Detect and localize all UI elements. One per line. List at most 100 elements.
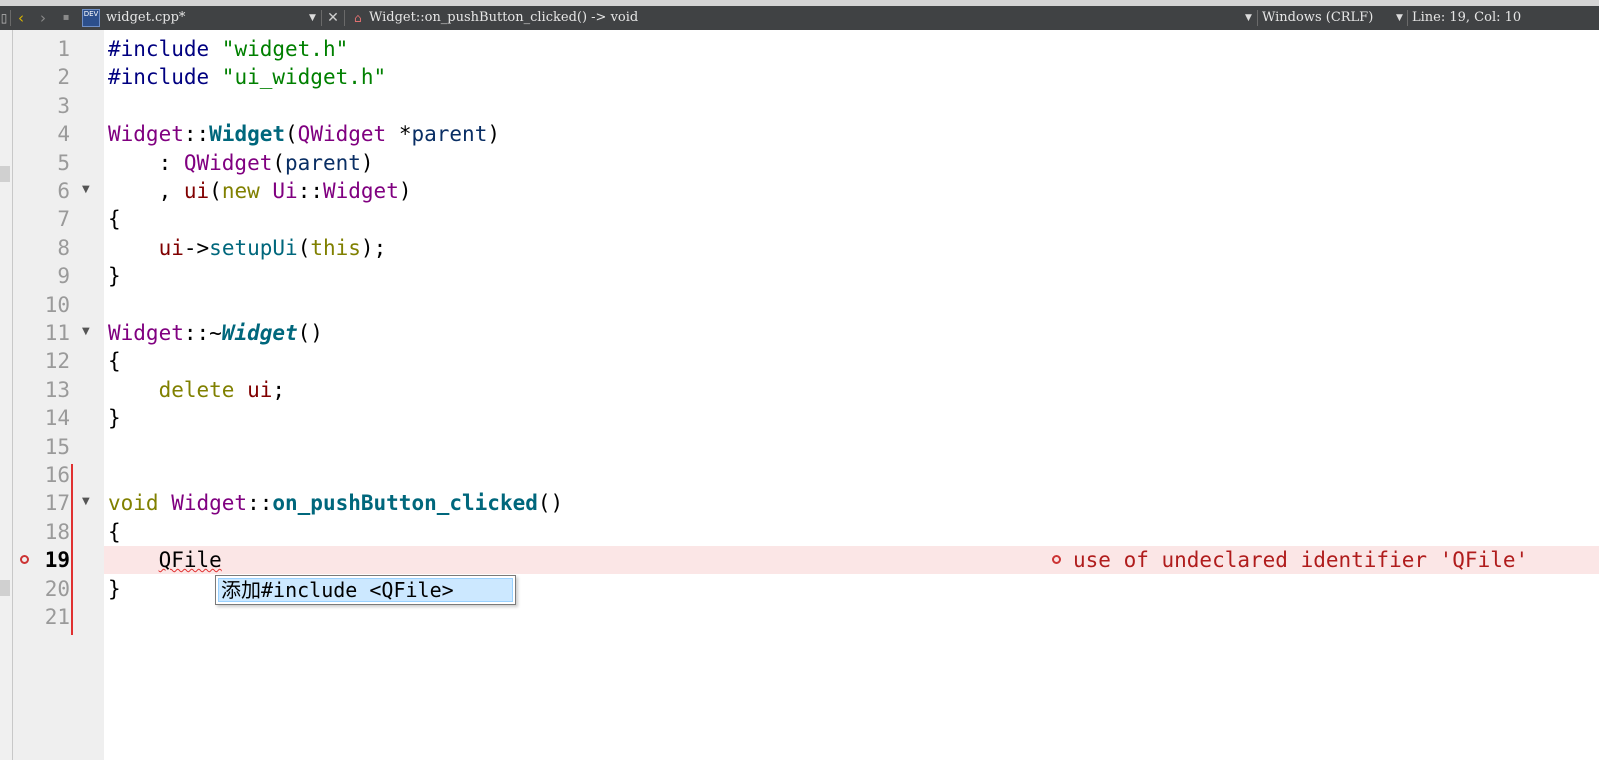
code-token: #include <box>108 37 222 61</box>
code-line[interactable]: 15 <box>0 433 1599 461</box>
file-name-label: widget.cpp* <box>106 10 186 25</box>
code-line[interactable]: 5 : QWidget(parent) <box>0 149 1599 177</box>
code-line[interactable]: 13 delete ui; <box>0 376 1599 404</box>
code-token: ui <box>158 235 184 260</box>
code-text: delete ui; <box>108 376 285 404</box>
code-token: #include <box>108 65 222 90</box>
line-number: 12 <box>44 349 70 374</box>
symbol-label: Widget::on_pushButton_clicked() -> void <box>369 10 639 25</box>
line-number: 11 <box>44 321 70 345</box>
code-token: "widget.h" <box>221 37 349 61</box>
code-token: ) <box>360 150 374 175</box>
toolbar-separator <box>1407 10 1408 26</box>
code-line[interactable]: 17 ▼ void Widget::on_pushButton_clicked() <box>0 489 1599 517</box>
code-token: ) <box>487 122 500 147</box>
code-text: Widget::Widget(QWidget *parent) <box>108 120 500 148</box>
quick-fix-add-include-item[interactable]: 添加#include <QFile> <box>218 578 513 602</box>
code-token: Widget <box>209 122 286 147</box>
close-icon[interactable]: ✕ <box>326 6 340 30</box>
code-token: () <box>297 321 323 345</box>
line-number: 20 <box>44 576 70 601</box>
code-text: #include "ui_widget.h" <box>108 63 386 91</box>
chevron-down-icon[interactable]: ▼ <box>1396 6 1403 30</box>
code-line[interactable]: 11 ▼ Widget::~Widget() <box>0 319 1599 347</box>
cursor-position-label: Line: 19, Col: 10 <box>1412 10 1522 25</box>
fold-arrow-icon[interactable]: ▼ <box>82 496 90 507</box>
line-number: 7 <box>57 207 70 232</box>
code-text: } <box>108 575 121 603</box>
code-text: void Widget::on_pushButton_clicked() <box>108 489 563 517</box>
line-number: 17 <box>44 491 70 516</box>
code-line[interactable]: 9} <box>0 262 1599 290</box>
code-line[interactable]: 8 ui->setupUi(this); <box>0 234 1599 262</box>
lock-icon[interactable]: ▪ <box>60 6 72 30</box>
panel-toggle-icon[interactable]: ▯ <box>0 6 8 30</box>
code-token: } <box>108 576 121 601</box>
symbol-dropdown[interactable]: Widget::on_pushButton_clicked() -> void <box>369 6 1229 30</box>
qt-creator-editor: ▯ ‹ › ▪ DEV widget.cpp* ▼ ✕ ⌂ Widget::on… <box>0 0 1599 760</box>
code-text: , ui(new Ui::Widget) <box>108 177 412 205</box>
code-token: ( <box>297 235 311 260</box>
code-token: Widget <box>108 321 184 345</box>
code-token: Widget <box>108 122 184 147</box>
code-token: setupUi <box>209 235 298 260</box>
quick-fix-popup: 添加#include <QFile> <box>215 575 516 605</box>
code-line[interactable]: 18 { <box>0 518 1599 546</box>
chevron-left-icon[interactable]: ‹ <box>18 6 32 30</box>
code-line[interactable]: 1 #include "widget.h" <box>0 35 1599 63</box>
code-line[interactable]: 16 <box>0 461 1599 489</box>
code-text: #include "widget.h" <box>108 35 348 63</box>
code-line[interactable]: 6 ▼ , ui(new Ui::Widget) <box>0 177 1599 205</box>
line-number: 2 <box>57 65 70 90</box>
code-line[interactable]: 12 { <box>0 347 1599 375</box>
line-number: 13 <box>44 377 70 402</box>
function-symbol-icon: ⌂ <box>354 11 362 25</box>
code-line[interactable]: 2 #include "ui_widget.h" <box>0 63 1599 91</box>
code-token: new <box>221 179 273 203</box>
code-text: } <box>108 262 121 290</box>
chevron-down-icon[interactable]: ▼ <box>1245 6 1252 30</box>
toolbar-separator <box>10 10 11 26</box>
code-line[interactable]: 4 Widget::Widget(QWidget *parent) <box>0 120 1599 148</box>
code-token: ui <box>183 179 210 203</box>
code-token: parent <box>411 122 488 147</box>
code-token: on_pushButton_clicked <box>272 491 538 516</box>
code-line[interactable]: 3 <box>0 92 1599 120</box>
code-token: } <box>108 406 121 431</box>
code-line[interactable]: 7{ <box>0 205 1599 233</box>
code-text: Widget::~Widget() <box>108 319 323 347</box>
line-number: 21 <box>44 605 70 629</box>
line-number: 15 <box>44 434 70 459</box>
fold-arrow-icon[interactable]: ▼ <box>82 326 90 337</box>
file-type-badge: DEV <box>82 9 100 27</box>
code-token: ( <box>209 179 222 203</box>
code-text: { <box>108 347 121 375</box>
line-endings-dropdown[interactable]: Windows (CRLF) <box>1262 6 1392 30</box>
code-token: * <box>386 122 412 147</box>
code-token: Widget <box>322 179 399 203</box>
line-number: 3 <box>57 93 70 118</box>
line-number: 10 <box>44 292 70 317</box>
code-token: ui <box>247 377 273 402</box>
code-token: ( <box>285 122 298 147</box>
cursor-position-button[interactable]: Line: 19, Col: 10 <box>1412 6 1592 30</box>
code-token: { <box>108 207 121 232</box>
line-number: 6 <box>57 179 70 203</box>
code-line[interactable]: 10 <box>0 291 1599 319</box>
code-text: { <box>108 205 121 233</box>
chevron-down-icon[interactable]: ▼ <box>309 6 316 30</box>
file-name-dropdown[interactable]: widget.cpp* <box>106 6 306 30</box>
code-token: Widget <box>171 491 248 516</box>
line-number: 4 <box>57 122 70 147</box>
code-token: , <box>108 179 184 203</box>
code-token: QFile <box>158 548 222 573</box>
code-token: Ui <box>272 179 298 203</box>
chevron-right-icon[interactable]: › <box>40 6 54 30</box>
code-line[interactable]: 14} <box>0 404 1599 432</box>
code-line[interactable]: 21 <box>0 603 1599 631</box>
fold-arrow-icon[interactable]: ▼ <box>82 184 90 195</box>
code-line[interactable]: 19 QFile use of undeclared identifier 'QF… <box>0 546 1599 574</box>
